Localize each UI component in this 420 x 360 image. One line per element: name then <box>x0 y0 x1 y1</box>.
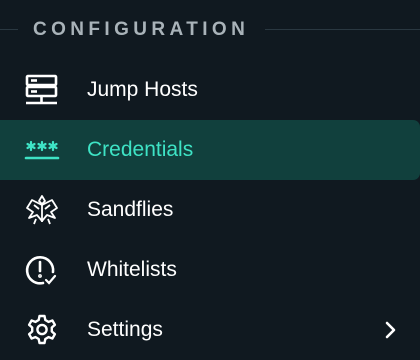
nav-item-label: Credentials <box>87 138 194 161</box>
nav-item-label: Sandflies <box>87 198 174 221</box>
sandfly-icon <box>24 194 60 226</box>
nav-item-label: Jump Hosts <box>87 78 198 101</box>
password-icon <box>24 134 60 166</box>
nav-item-sandflies[interactable]: Sandflies <box>0 180 420 240</box>
config-nav-list: Jump Hosts Credentials Sandflies Whiteli… <box>0 60 420 360</box>
alert-check-icon <box>24 254 60 286</box>
nav-item-label: Settings <box>87 318 163 341</box>
nav-item-label: Whitelists <box>87 258 177 281</box>
section-title: CONFIGURATION <box>33 19 250 40</box>
section-header-configuration: CONFIGURATION <box>0 0 420 60</box>
nav-item-credentials[interactable]: Credentials <box>0 120 420 180</box>
gear-icon <box>24 314 60 346</box>
section-divider-right <box>265 29 420 30</box>
nav-item-settings[interactable]: Settings <box>0 300 420 360</box>
nav-item-whitelists[interactable]: Whitelists <box>0 240 420 300</box>
chevron-right-icon[interactable] <box>380 318 400 342</box>
nav-item-jump-hosts[interactable]: Jump Hosts <box>0 60 420 120</box>
section-divider-left <box>0 29 18 30</box>
server-icon <box>24 74 60 106</box>
